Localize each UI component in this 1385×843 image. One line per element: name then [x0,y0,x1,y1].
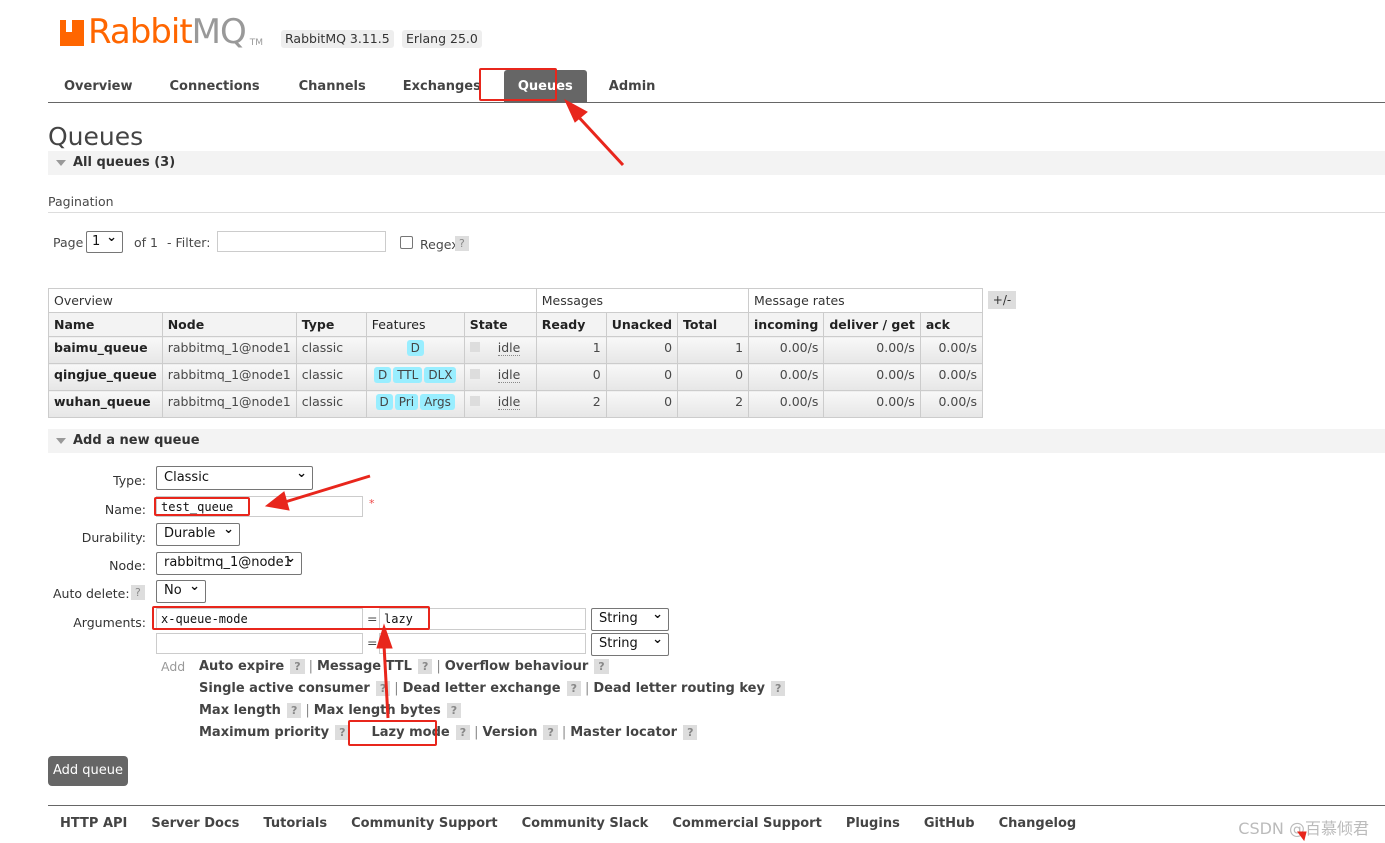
annotation-arrows [264,98,1307,842]
